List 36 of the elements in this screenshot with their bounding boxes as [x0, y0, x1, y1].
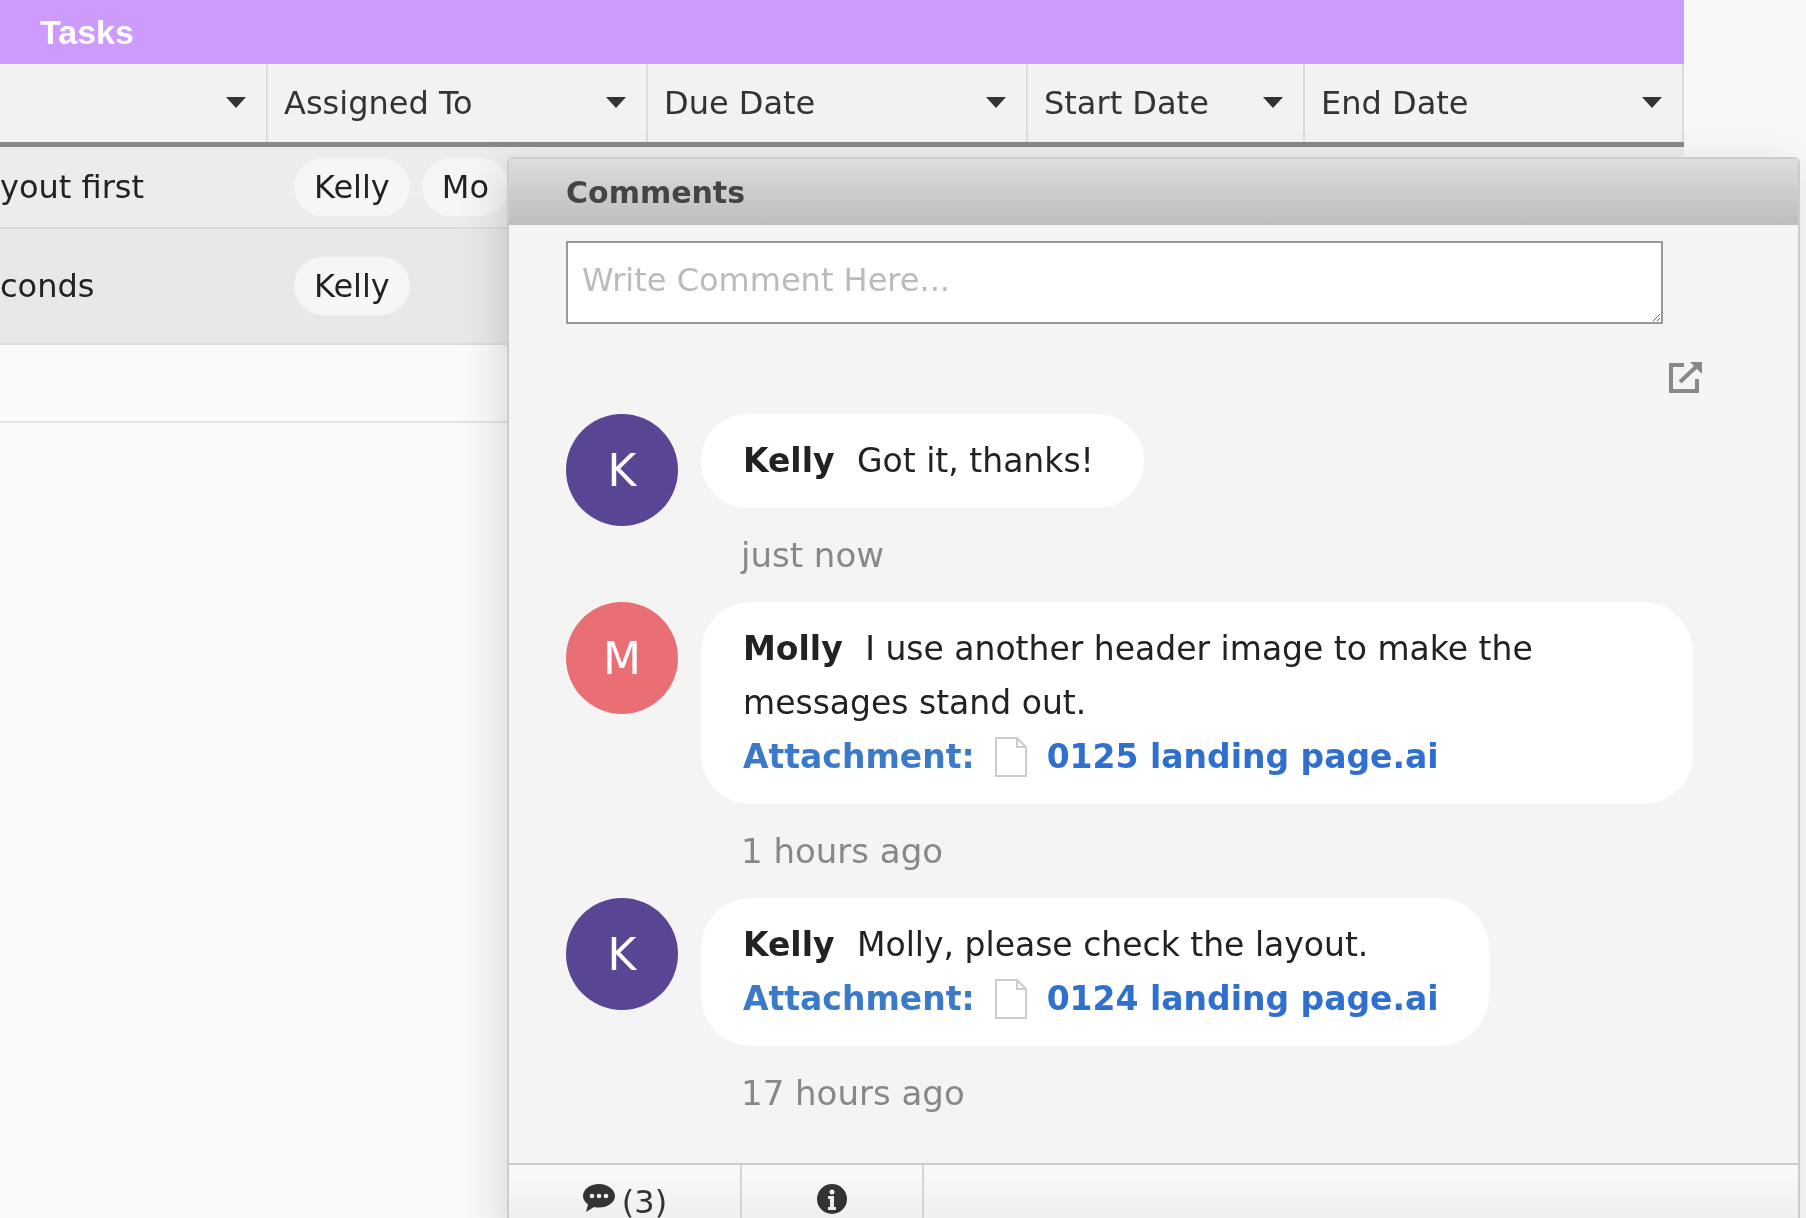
- chat-bubble-icon: [581, 1183, 616, 1213]
- comment-input[interactable]: Write Comment Here...: [566, 241, 1663, 324]
- column-header[interactable]: End Date: [1321, 84, 1469, 122]
- comment-text: Molly I use another header image to make the messages stand out.: [743, 628, 1534, 724]
- column-header[interactable]: Assigned To: [284, 84, 473, 122]
- title: Tasks: [40, 12, 134, 52]
- assignee-chip: Kelly: [294, 158, 410, 216]
- comment-time: 1 hours ago: [741, 830, 945, 873]
- avatar: M: [566, 602, 678, 714]
- file-icon: [994, 737, 1027, 777]
- avatar: K: [566, 898, 678, 1010]
- attachment-link[interactable]: 0124 landing page.ai: [1046, 972, 1439, 1026]
- column-header[interactable]: Start Date: [1044, 84, 1209, 122]
- caret-icon[interactable]: [1263, 97, 1283, 109]
- comment-time: just now: [741, 534, 885, 577]
- assignee-chip: Mo: [421, 158, 509, 216]
- comment-time: 17 hours ago: [741, 1072, 966, 1115]
- caret-icon[interactable]: [1642, 97, 1662, 109]
- caret-icon[interactable]: [986, 97, 1006, 109]
- attachment-label: Attachment:: [743, 736, 975, 778]
- table-cell: conds: [0, 267, 95, 305]
- assignee-chip: Kelly: [294, 257, 410, 315]
- panel-tab[interactable]: (3): [509, 1165, 742, 1218]
- avatar: K: [566, 414, 678, 526]
- comment-text: Kelly Molly, please check the layout.: [743, 924, 1370, 966]
- caret-icon[interactable]: [226, 97, 246, 109]
- attachment-link[interactable]: 0125 landing page.ai: [1046, 730, 1439, 784]
- comment-text: Kelly Got it, thanks!: [743, 440, 1094, 482]
- attachment-label: Attachment:: [743, 978, 975, 1020]
- file-icon: [994, 979, 1027, 1019]
- panel-title: Comments: [566, 174, 746, 210]
- column-header[interactable]: Due Date: [664, 84, 816, 122]
- table-cell: yout first: [0, 168, 145, 206]
- external-link-icon[interactable]: [1668, 360, 1704, 394]
- info-icon: [816, 1183, 848, 1215]
- caret-icon[interactable]: [606, 97, 626, 109]
